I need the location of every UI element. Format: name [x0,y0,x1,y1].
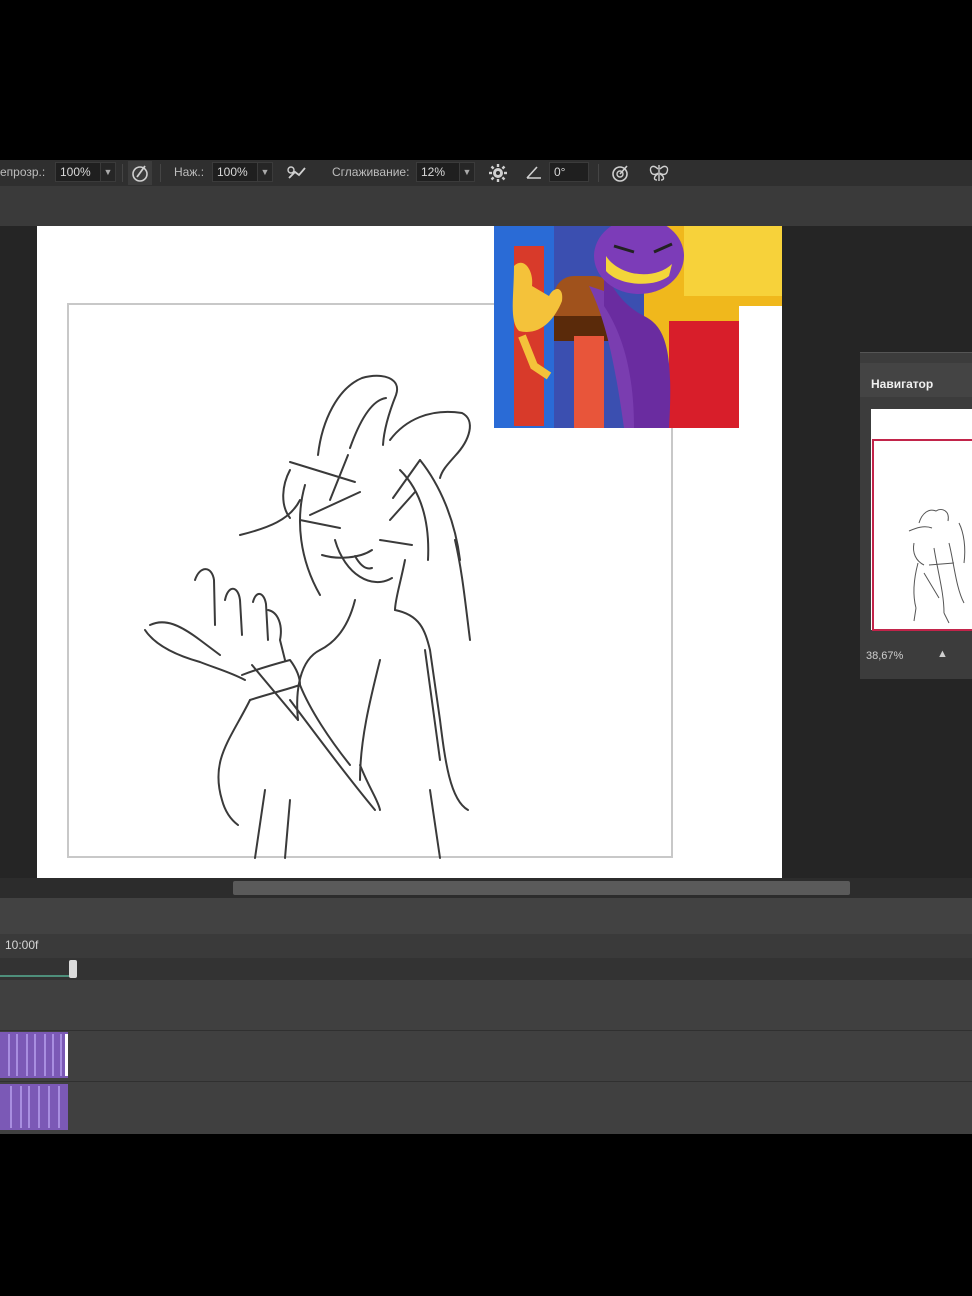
pressure-size-icon[interactable] [608,161,632,185]
timeline-track [0,1082,972,1134]
work-area-bar [0,975,72,977]
reference-image [494,226,782,428]
separator [598,164,599,182]
playhead[interactable] [69,960,77,978]
smoothing-label: Сглаживание: [332,165,410,179]
navigator-view-box[interactable] [872,439,972,631]
angle-field[interactable]: 0° [549,162,589,182]
separator [160,164,161,182]
opacity-field[interactable]: 100% [55,162,101,182]
timeline-track [0,1031,972,1082]
brush-pressure-icon[interactable] [128,161,152,185]
timeline-controls [0,898,972,934]
timeline-time-label: 10:00f [5,938,39,952]
smoothing-field[interactable]: 12% [416,162,460,182]
gear-icon[interactable] [486,161,510,185]
navigator-title: Навигатор [871,377,934,391]
navigator-zoom-value[interactable]: 38,67% [866,650,903,662]
symmetry-icon[interactable] [647,161,671,185]
angle-icon [526,166,541,179]
frame-clip[interactable] [0,1084,68,1130]
separator [122,164,123,182]
flow-dropdown[interactable]: ▼ [257,162,273,182]
document-tab-strip [0,186,972,226]
airbrush-icon[interactable] [285,161,309,185]
frame-clip[interactable] [0,1032,68,1078]
options-bar: епрозр.: 100% ▼ Наж.: 100% ▼ Сглаживание… [0,160,972,186]
flow-field[interactable]: 100% [212,162,258,182]
opacity-label: епрозр.: [0,165,46,179]
timeline-track [0,980,972,1031]
flow-label: Наж.: [174,165,205,179]
scrollbar-thumb[interactable] [233,881,850,895]
timeline-work-area[interactable] [0,958,972,980]
opacity-dropdown[interactable]: ▼ [100,162,116,182]
smoothing-dropdown[interactable]: ▼ [459,162,475,182]
navigator-panel: Навигатор 38,67% ▲ [860,352,972,679]
timeline-ruler[interactable] [0,934,972,958]
zoom-out-icon[interactable]: ▲ [937,648,948,660]
